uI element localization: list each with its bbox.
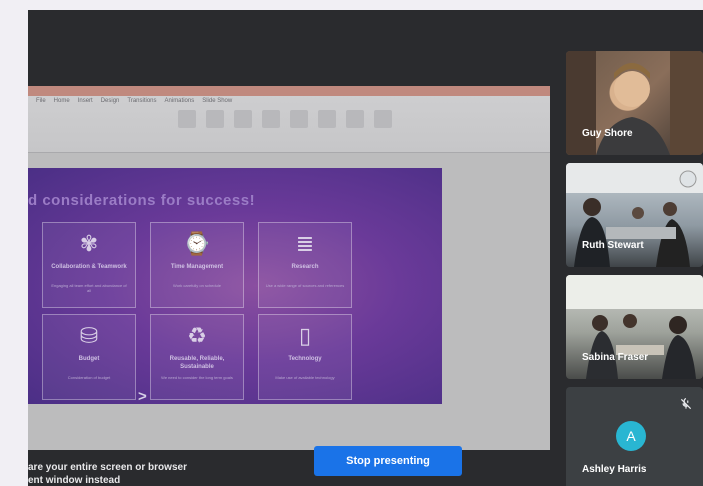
participant-video-feed [566, 51, 703, 155]
ribbon-tool-icon [178, 110, 196, 128]
participant-avatar: A [616, 421, 646, 451]
participant-tile[interactable]: Guy Shore [566, 51, 703, 155]
slide-tile-technology: ▯ Technology Make use of available techn… [258, 314, 352, 400]
ribbon-tool-icon [346, 110, 364, 128]
ribbon-tool-icon [234, 110, 252, 128]
ribbon-tab: Animations [164, 98, 195, 104]
ribbon-tool-icon [206, 110, 224, 128]
slide-tile-time-management: ⌚ Time Management Work carefully on sche… [150, 222, 244, 308]
ribbon-tab: Slide Show [202, 98, 233, 104]
participant-video-feed [566, 275, 703, 379]
mic-off-icon [680, 398, 692, 410]
ribbon-tab: Insert [77, 98, 93, 104]
powerpoint-ribbon: File Home Insert Design Transitions Anim… [28, 86, 550, 153]
ribbon-tab: Transitions [127, 98, 157, 104]
slide-tile-sustainable: ♻ Reusable, Reliable, Sustainable We nee… [150, 314, 244, 400]
participant-name: Sabina Fraser [582, 352, 649, 363]
participant-tile[interactable]: Ruth Stewart [566, 163, 703, 267]
tile-title: Technology [288, 356, 322, 362]
slide: d considerations for success! ✾ Collabor… [28, 168, 442, 405]
slide-tile-budget: ⛁ Budget Consideration of budget [42, 314, 136, 400]
tile-title: Research [291, 264, 319, 270]
ribbon-tab: Home [53, 98, 70, 104]
tablet-icon: ▯ [298, 323, 312, 348]
slide-title: d considerations for success! [28, 192, 256, 209]
ribbon-tool-groups [178, 110, 392, 128]
tile-description: Use a wide range of sources and referenc… [265, 283, 345, 288]
ribbon-tabs: File Home Insert Design Transitions Anim… [36, 98, 232, 104]
tile-title: Collaboration & Teamwork [51, 264, 127, 270]
participant-name: Ruth Stewart [582, 240, 644, 251]
tile-description: We need to consider the long term goals [161, 375, 233, 380]
participant-name: Guy Shore [582, 128, 633, 139]
share-message-line: ent window instead [28, 475, 121, 486]
recycle-icon: ♻ [187, 323, 207, 348]
presented-screen: File Home Insert Design Transitions Anim… [28, 86, 550, 450]
ribbon-tool-icon [262, 110, 280, 128]
next-arrow-icon: > [138, 388, 147, 405]
tile-title: Budget [78, 356, 100, 362]
tile-description: Make use of available technology [275, 375, 335, 380]
meeting-window: File Home Insert Design Transitions Anim… [28, 10, 703, 486]
ribbon-title-bar [28, 86, 550, 96]
slide-tile-collaboration: ✾ Collaboration & Teamwork Engaging all … [42, 222, 136, 308]
share-message-line: are your entire screen or browser [28, 462, 187, 473]
ribbon-tool-icon [318, 110, 336, 128]
participant-tile[interactable]: A Ashley Harris [566, 387, 703, 486]
participant-name: Ashley Harris [582, 464, 647, 475]
share-screen-message: are your entire screen or browser ent wi… [28, 461, 187, 486]
tile-description: Consideration of budget [67, 375, 111, 380]
participant-video-feed [566, 163, 703, 267]
slide-tile-research: ≣ Research Use a wide range of sources a… [258, 222, 352, 308]
ribbon-tab: File [36, 98, 46, 104]
coins-icon: ⛁ [79, 323, 99, 348]
handshake-icon: ✾ [79, 231, 99, 256]
tile-title: Reusable, Reliable, Sustainable [169, 356, 225, 370]
participant-tile[interactable]: Sabina Fraser [566, 275, 703, 379]
ribbon-tab: Design [100, 98, 120, 104]
books-icon: ≣ [295, 231, 315, 256]
tile-description: Engaging all team effort and abundance o… [51, 283, 127, 293]
tile-description: Work carefully on schedule [173, 283, 221, 288]
tile-title: Time Management [170, 264, 224, 270]
stop-presenting-button[interactable]: Stop presenting [314, 446, 462, 476]
clock-icon: ⌚ [183, 231, 211, 256]
ribbon-tool-icon [374, 110, 392, 128]
ribbon-tool-icon [290, 110, 308, 128]
